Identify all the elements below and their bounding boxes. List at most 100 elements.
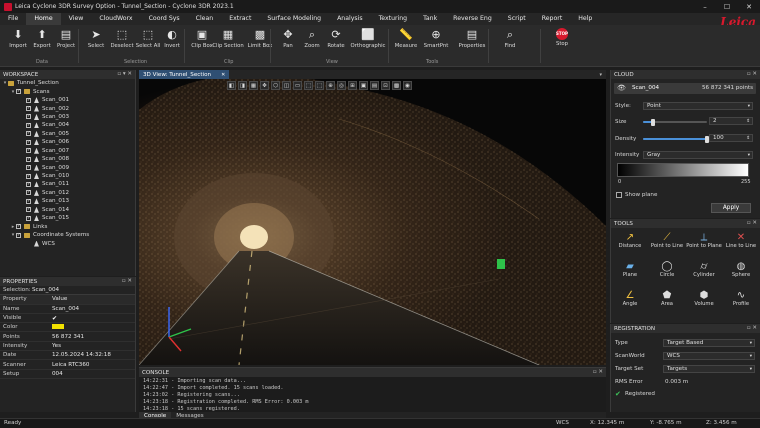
rotate-button[interactable]: ⟳ Rotate [322, 28, 350, 49]
menu-clean[interactable]: Clean [188, 13, 222, 25]
tree-scan-item[interactable]: ✓ Scan_003 [0, 113, 135, 121]
console-panel-controls[interactable]: ▫ ✕ [593, 368, 603, 377]
menu-file[interactable]: File [0, 13, 26, 25]
view-tool-icon[interactable]: ◎ [337, 81, 346, 90]
view-tool-icon[interactable]: ⬡ [271, 81, 280, 90]
visibility-checkbox[interactable]: ✓ [26, 114, 31, 120]
tree-project-root[interactable]: ▾ Tunnel_Section [0, 79, 135, 87]
tree-scan-item[interactable]: ✓ Scan_007 [0, 147, 135, 155]
visibility-checkbox[interactable]: ✓ [26, 173, 31, 179]
angle-tool-button[interactable]: ∠ Angle [612, 290, 648, 314]
volume-tool-button[interactable]: ⬢ Volume [686, 290, 722, 314]
tree-wcs-item[interactable]: WCS [0, 239, 135, 247]
point-to-plane-tool-button[interactable]: ⟂ Point to Plane [686, 232, 722, 256]
stop-button[interactable]: STOP Stop [548, 28, 576, 47]
registration-panel-controls[interactable]: ▫ ✕ [747, 324, 757, 333]
visibility-checkbox[interactable]: ✓ [26, 215, 31, 221]
line-to-line-tool-button[interactable]: ✕ Line to Line [723, 232, 759, 256]
view-tool-icon[interactable]: ✥ [260, 81, 269, 90]
tree-scan-item[interactable]: ✓ Scan_015 [0, 214, 135, 222]
distance-tool-button[interactable]: ↗ Distance [612, 232, 648, 256]
close-window-button[interactable]: ✕ [738, 0, 760, 13]
type-select[interactable]: Target Based ▾ [663, 339, 755, 347]
select-button[interactable]: ➤ Select [82, 28, 110, 49]
menu-script[interactable]: Script [500, 13, 534, 25]
view-tool-icon[interactable]: ▭ [293, 81, 302, 90]
target-set-select[interactable]: Targets ▾ [663, 365, 755, 373]
visibility-checkbox[interactable]: ✓ [26, 165, 31, 171]
size-stepper[interactable]: 2 ⇕ [709, 117, 753, 125]
tree-scan-item[interactable]: ✓ Scan_012 [0, 189, 135, 197]
measure-button[interactable]: 📏 Measure [392, 28, 420, 49]
view-tool-icon[interactable]: ◫ [282, 81, 291, 90]
scanworld-select[interactable]: WCS ▾ [663, 352, 755, 360]
view-tool-icon[interactable]: ◉ [403, 81, 412, 90]
view-tool-icon[interactable]: ◨ [238, 81, 247, 90]
tree-scan-item[interactable]: ✓ Scan_014 [0, 206, 135, 214]
tree-scan-item[interactable]: ✓ Scan_011 [0, 180, 135, 188]
view-tool-icon[interactable]: ▤ [370, 81, 379, 90]
properties-panel-controls[interactable]: ▫ ✕ [122, 277, 132, 286]
density-slider[interactable] [643, 135, 709, 143]
3d-viewport[interactable]: ◧ ◨ ▦ ✥ ⬡ ◫ ▭ ⬚ ⬚ ⊕ ◎ ⊞ ▣ ▤ ⊡ ▩ ◉ [139, 79, 606, 365]
size-slider[interactable] [643, 118, 707, 126]
visibility-checkbox[interactable]: ✓ [26, 131, 31, 137]
deselect-button[interactable]: ⬚ Deselect [108, 28, 136, 49]
view-tool-icon[interactable]: ◧ [227, 81, 236, 90]
cloud-item-row[interactable]: 👁 Scan_004 56 872 341 points [614, 83, 756, 94]
menu-cloudworx[interactable]: CloudWorx [91, 13, 140, 25]
visibility-checkbox[interactable]: ✓ [26, 139, 31, 145]
tree-scans-folder[interactable]: ▾ ✓ Scans [0, 87, 135, 95]
point-to-line-tool-button[interactable]: ⟋ Point to Line [649, 232, 685, 256]
tree-scan-item[interactable]: ✓ Scan_008 [0, 155, 135, 163]
menu-home[interactable]: Home [26, 12, 61, 26]
intensity-gradient-bar[interactable] [617, 163, 749, 177]
tab-dropdown-icon[interactable]: ▾ [599, 72, 602, 78]
menu-texturing[interactable]: Texturing [371, 13, 416, 25]
menu-analysis[interactable]: Analysis [329, 13, 371, 25]
visibility-checkbox[interactable]: ✓ [26, 207, 31, 213]
tree-scan-item[interactable]: ✓ Scan_004 [0, 121, 135, 129]
menu-help[interactable]: Help [570, 13, 600, 25]
view-tool-icon[interactable]: ⬚ [315, 81, 324, 90]
tab-3d-view[interactable]: 3D View: Tunnel_Section ✕ [139, 70, 230, 79]
show-plane-checkbox[interactable] [616, 192, 622, 198]
size-slider-knob[interactable] [650, 118, 655, 126]
menu-reverse-eng[interactable]: Reverse Eng [445, 13, 500, 25]
visibility-checkbox[interactable]: ✓ [26, 148, 31, 154]
cylinder-tool-button[interactable]: ⌭ Cylinder [686, 261, 722, 285]
apply-button[interactable]: Apply [711, 203, 751, 213]
visibility-checkbox[interactable]: ✓ [16, 224, 21, 230]
clip-section-button[interactable]: ▦ Clip Section [212, 28, 243, 49]
menu-extract[interactable]: Extract [221, 13, 259, 25]
tree-coordinate-systems[interactable]: ▾ ✓ Coordinate Systems [0, 231, 135, 239]
intensity-select[interactable]: Gray ▾ [643, 151, 753, 159]
cloud-panel-controls[interactable]: ▫ ✕ [747, 70, 757, 79]
tree-scan-item[interactable]: ✓ Scan_013 [0, 197, 135, 205]
visibility-checkbox[interactable]: ✓ [26, 156, 31, 162]
view-tool-icon[interactable]: ▦ [249, 81, 258, 90]
color-swatch[interactable] [52, 323, 64, 329]
invert-button[interactable]: ◐ Invert [158, 28, 186, 49]
panel-controls[interactable]: ▫ ▾ ✕ [117, 70, 132, 79]
menu-tank[interactable]: Tank [415, 13, 445, 25]
plane-tool-button[interactable]: ▰ Plane [612, 261, 648, 285]
style-select[interactable]: Point ▾ [643, 102, 753, 110]
tree-scan-item[interactable]: ✓ Scan_005 [0, 130, 135, 138]
circle-tool-button[interactable]: ◯ Circle [649, 261, 685, 285]
tree-scan-item[interactable]: ✓ Scan_006 [0, 138, 135, 146]
smartpnt-button[interactable]: ⊕ SmartPnt [422, 28, 450, 49]
tree-scan-item[interactable]: ✓ Scan_002 [0, 104, 135, 112]
minimize-button[interactable]: – [694, 0, 716, 13]
view-tool-icon[interactable]: ⬚ [304, 81, 313, 90]
visibility-checkbox[interactable]: ✓ [26, 106, 31, 112]
properties-button[interactable]: ▤ Properties [458, 28, 486, 49]
visibility-checkbox[interactable]: ✓ [16, 89, 21, 95]
tools-panel-controls[interactable]: ▫ ✕ [747, 219, 757, 228]
tree-scan-item[interactable]: ✓ Scan_010 [0, 172, 135, 180]
tree-scan-item[interactable]: ✓ Scan_009 [0, 163, 135, 171]
area-tool-button[interactable]: ⬟ Area [649, 290, 685, 314]
menu-coord-sys[interactable]: Coord Sys [141, 13, 188, 25]
visibility-checkbox[interactable]: ✓ [26, 97, 31, 103]
density-stepper[interactable]: 100 ⇕ [709, 134, 753, 142]
